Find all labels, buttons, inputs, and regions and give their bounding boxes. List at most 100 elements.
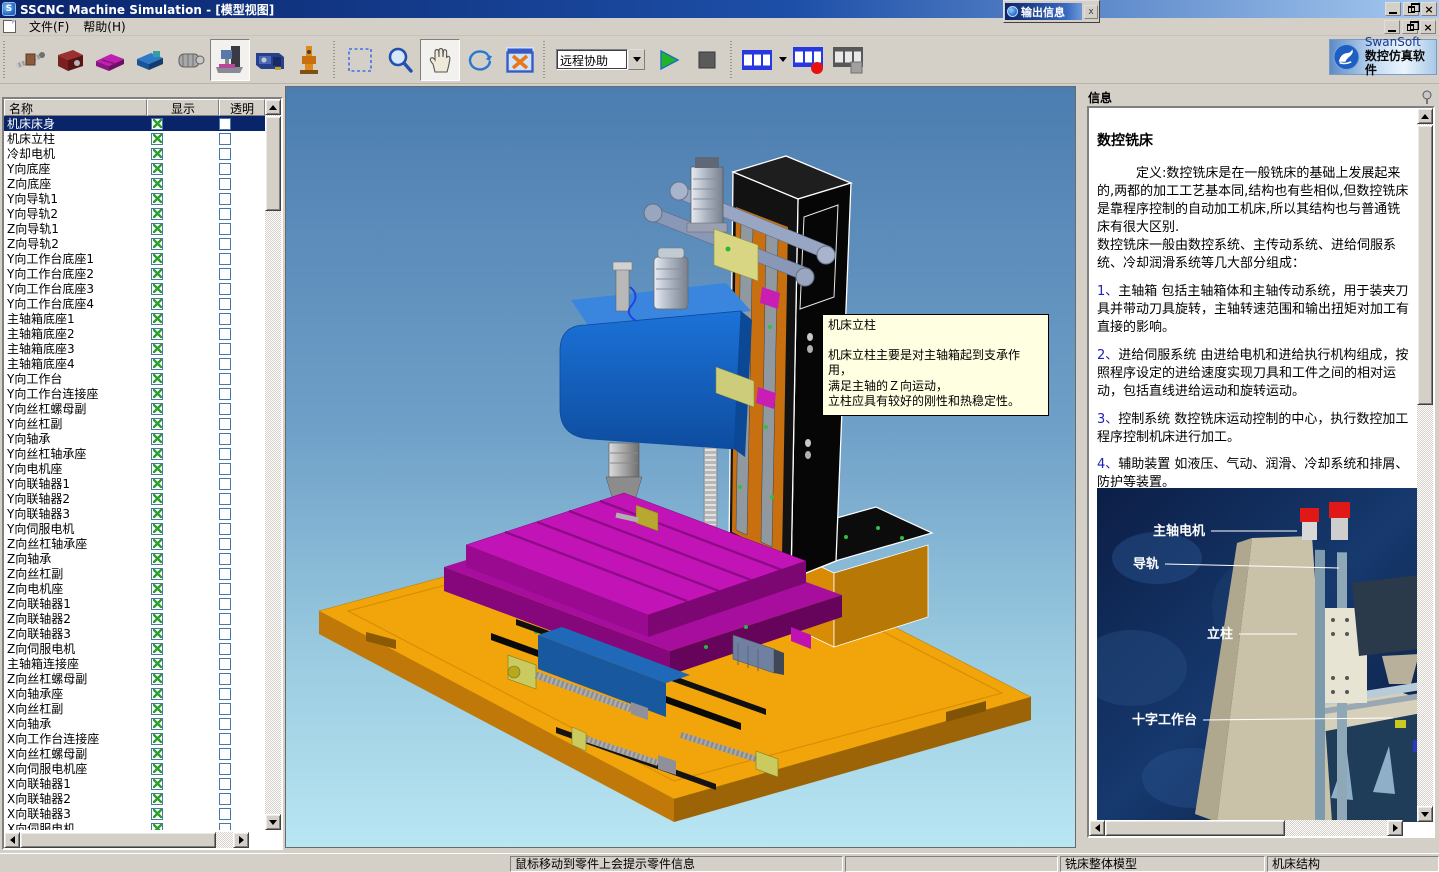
output-info-titlebar[interactable]: 输出信息	[1005, 3, 1082, 20]
transparent-checkbox[interactable]	[219, 478, 231, 490]
transparent-checkbox[interactable]	[219, 703, 231, 715]
transparent-checkbox[interactable]	[219, 148, 231, 160]
transparent-checkbox[interactable]	[219, 493, 231, 505]
parts-row[interactable]: Z向联轴器3	[4, 626, 265, 641]
show-checkbox[interactable]	[151, 613, 163, 625]
scroll-right-button[interactable]	[1387, 820, 1403, 836]
show-checkbox[interactable]	[151, 553, 163, 565]
transparent-checkbox[interactable]	[219, 403, 231, 415]
transparent-checkbox[interactable]	[219, 343, 231, 355]
parts-row[interactable]: Z向丝杠螺母副	[4, 671, 265, 686]
show-checkbox[interactable]	[151, 328, 163, 340]
restore-button[interactable]	[1403, 2, 1419, 16]
parts-horizontal-scrollbar[interactable]	[4, 832, 265, 848]
toolbar-button-pan[interactable]	[420, 39, 460, 81]
show-checkbox[interactable]	[151, 748, 163, 760]
show-checkbox[interactable]	[151, 343, 163, 355]
transparent-checkbox[interactable]	[219, 553, 231, 565]
transparent-checkbox[interactable]	[219, 118, 231, 130]
parts-row[interactable]: 主轴箱底座2	[4, 326, 265, 341]
scroll-thumb[interactable]	[265, 116, 281, 211]
scroll-left-button[interactable]	[1089, 820, 1105, 836]
transparent-checkbox[interactable]	[219, 823, 231, 831]
transparent-checkbox[interactable]	[219, 268, 231, 280]
transparent-checkbox[interactable]	[219, 418, 231, 430]
parts-row[interactable]: 主轴箱底座1	[4, 311, 265, 326]
transparent-checkbox[interactable]	[219, 433, 231, 445]
scroll-down-button[interactable]	[265, 814, 281, 830]
transparent-checkbox[interactable]	[219, 328, 231, 340]
show-checkbox[interactable]	[151, 718, 163, 730]
parts-row[interactable]: X向轴承	[4, 716, 265, 731]
show-checkbox[interactable]	[151, 298, 163, 310]
show-checkbox[interactable]	[151, 268, 163, 280]
parts-row[interactable]: 主轴箱连接座	[4, 656, 265, 671]
parts-row[interactable]: Y向伺服电机	[4, 521, 265, 536]
model-viewport[interactable]: 机床立柱 机床立柱主要是对主轴箱起到支承作用， 满足主轴的Ｚ向运动， 立柱应具有…	[285, 86, 1076, 848]
column-header-name[interactable]: 名称	[4, 99, 147, 116]
show-checkbox[interactable]	[151, 493, 163, 505]
scroll-up-button[interactable]	[265, 99, 281, 115]
parts-row[interactable]: Z向底座	[4, 176, 265, 191]
parts-row[interactable]: Z向导轨2	[4, 236, 265, 251]
toolbar-button-lead-screw[interactable]	[10, 39, 50, 81]
parts-row[interactable]: Y向导轨2	[4, 206, 265, 221]
show-checkbox[interactable]	[151, 418, 163, 430]
transparent-checkbox[interactable]	[219, 598, 231, 610]
parts-row[interactable]: 主轴箱底座3	[4, 341, 265, 356]
transparent-checkbox[interactable]	[219, 298, 231, 310]
transparent-checkbox[interactable]	[219, 733, 231, 745]
menu-file[interactable]: 文件(F)	[22, 16, 76, 37]
transparent-checkbox[interactable]	[219, 373, 231, 385]
show-checkbox[interactable]	[151, 433, 163, 445]
show-checkbox[interactable]	[151, 568, 163, 580]
transparent-checkbox[interactable]	[219, 748, 231, 760]
close-button[interactable]: ×	[1421, 2, 1437, 16]
parts-row[interactable]: 机床立柱	[4, 131, 265, 146]
transparent-checkbox[interactable]	[219, 538, 231, 550]
show-checkbox[interactable]	[151, 463, 163, 475]
scroll-thumb[interactable]	[1417, 125, 1433, 405]
transparent-checkbox[interactable]	[219, 568, 231, 580]
parts-row[interactable]: Y向工作台底座4	[4, 296, 265, 311]
show-checkbox[interactable]	[151, 253, 163, 265]
show-checkbox[interactable]	[151, 403, 163, 415]
show-checkbox[interactable]	[151, 688, 163, 700]
transparent-checkbox[interactable]	[219, 658, 231, 670]
show-checkbox[interactable]	[151, 658, 163, 670]
parts-row[interactable]: Y向联轴器2	[4, 491, 265, 506]
show-checkbox[interactable]	[151, 193, 163, 205]
show-checkbox[interactable]	[151, 133, 163, 145]
toolbar-button-worktable[interactable]	[90, 39, 130, 81]
show-checkbox[interactable]	[151, 583, 163, 595]
toolbar-grip[interactable]	[332, 41, 337, 79]
scroll-track[interactable]	[20, 832, 233, 848]
show-checkbox[interactable]	[151, 388, 163, 400]
info-horizontal-scrollbar[interactable]	[1089, 820, 1419, 836]
parts-row[interactable]: X向伺服电机	[4, 821, 265, 830]
toolbar-button-record-stop[interactable]	[829, 39, 869, 81]
menu-help[interactable]: 帮助(H)	[76, 16, 132, 37]
scroll-left-button[interactable]	[4, 832, 20, 848]
parts-row[interactable]: Z向联轴器2	[4, 611, 265, 626]
parts-row[interactable]: Z向丝杠轴承座	[4, 536, 265, 551]
show-checkbox[interactable]	[151, 703, 163, 715]
show-checkbox[interactable]	[151, 478, 163, 490]
toolbar-button-fit-view[interactable]	[500, 39, 540, 81]
show-checkbox[interactable]	[151, 673, 163, 685]
show-checkbox[interactable]	[151, 148, 163, 160]
parts-row[interactable]: Y向导轨1	[4, 191, 265, 206]
transparent-checkbox[interactable]	[219, 133, 231, 145]
remote-assist-arrow[interactable]	[628, 49, 645, 70]
child-close-button[interactable]: ×	[1420, 20, 1436, 34]
scroll-down-button[interactable]	[1417, 806, 1433, 822]
scroll-right-button[interactable]	[233, 832, 249, 848]
parts-row[interactable]: X向工作台连接座	[4, 731, 265, 746]
output-info-close-button[interactable]: x	[1084, 5, 1098, 19]
parts-row[interactable]: X向联轴器3	[4, 806, 265, 821]
transparent-checkbox[interactable]	[219, 613, 231, 625]
show-checkbox[interactable]	[151, 823, 163, 831]
scroll-track[interactable]	[265, 115, 281, 814]
parts-row[interactable]: Y向工作台连接座	[4, 386, 265, 401]
pushpin-icon[interactable]	[1420, 90, 1434, 105]
